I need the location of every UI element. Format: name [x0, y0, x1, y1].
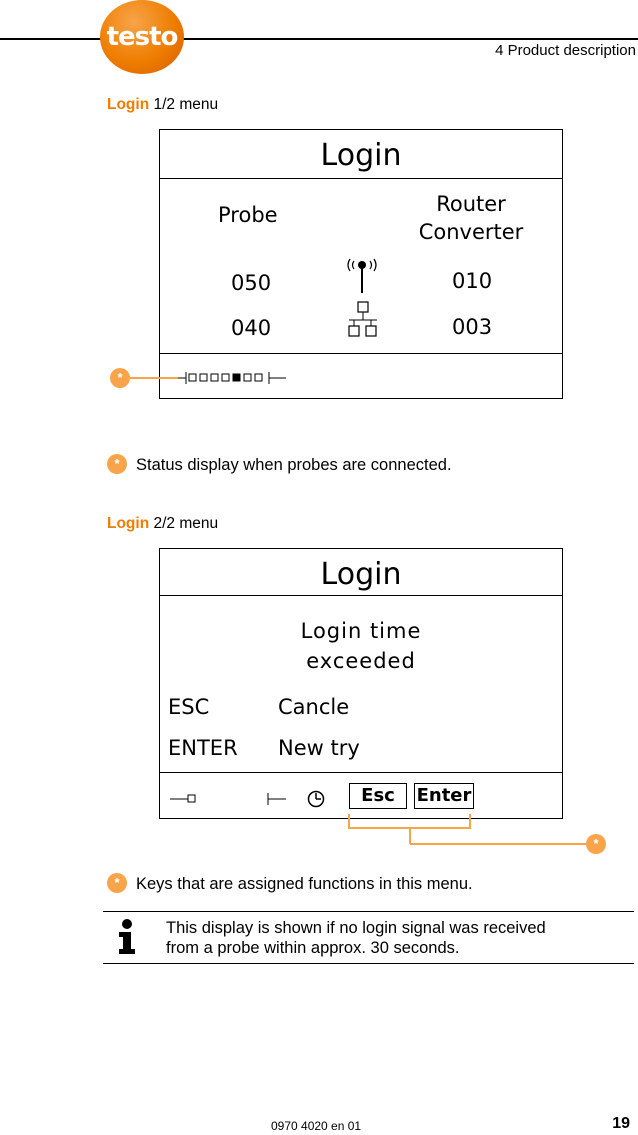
login2-heading-bold: Login [107, 515, 150, 532]
softkey-callout-bracket [348, 814, 590, 845]
message-line2: exceeded [306, 649, 416, 673]
info-top-rule [103, 911, 634, 912]
callout-marker: * [110, 368, 130, 388]
info-line2: from a probe within approx. 30 seconds. [166, 939, 460, 957]
login2-heading-rest: 2/2 menu [149, 515, 219, 532]
callout-marker: * [586, 834, 606, 854]
login1-screen-title: Login [320, 138, 402, 173]
section-title: 4 Product description [495, 42, 636, 59]
retry-action-label: New try [278, 736, 360, 760]
doc-number: 0970 4020 en 01 [271, 1119, 362, 1133]
probe-radio-count: 050 [231, 271, 272, 295]
status-bar-right-icon [267, 793, 286, 805]
note-marker: * [107, 873, 127, 893]
esc-key-label: ESC [168, 695, 210, 719]
status-bar-left-icon [170, 794, 196, 803]
enter-softkey[interactable]: Enter [414, 783, 474, 809]
router-count: 010 [452, 269, 493, 293]
login1-heading: Login 1/2 menu [107, 96, 218, 114]
login2-note: Keys that are assigned functions in this… [136, 875, 473, 893]
router-label: Router [436, 192, 506, 216]
page-number: 19 [612, 1115, 630, 1132]
note-marker: * [107, 454, 127, 474]
enter-key-label: ENTER [168, 736, 238, 760]
radio-antenna-icon [347, 258, 377, 293]
logo-text: testo [106, 22, 179, 52]
divider [160, 353, 562, 354]
header-rule [0, 38, 638, 40]
clock-icon [307, 790, 325, 808]
login1-display: Login Probe Router Converter 050 010 040… [159, 129, 563, 399]
login1-heading-rest: 1/2 menu [149, 96, 219, 113]
login1-note: Status display when probes are connected… [136, 456, 452, 474]
probe-label: Probe [218, 203, 278, 227]
login2-display: Login Login time exceeded ESC Cancle ENT… [159, 548, 563, 819]
converter-label: Converter [418, 220, 524, 244]
message-line1: Login time [300, 619, 422, 643]
network-icon [348, 301, 377, 337]
info-icon [119, 919, 135, 954]
info-line1: This display is shown if no login signal… [166, 919, 546, 937]
info-bottom-rule [103, 963, 634, 964]
login1-heading-bold: Login [107, 96, 150, 113]
cancel-action-label: Cancle [278, 695, 350, 719]
converter-count: 003 [452, 315, 493, 339]
divider [160, 595, 562, 596]
login2-screen-title: Login [320, 557, 402, 592]
login2-heading: Login 2/2 menu [107, 515, 218, 533]
status-bar-icon [170, 372, 286, 384]
divider [160, 772, 562, 773]
esc-softkey[interactable]: Esc [349, 783, 407, 809]
probe-wired-count: 040 [231, 316, 272, 340]
divider [160, 178, 562, 179]
